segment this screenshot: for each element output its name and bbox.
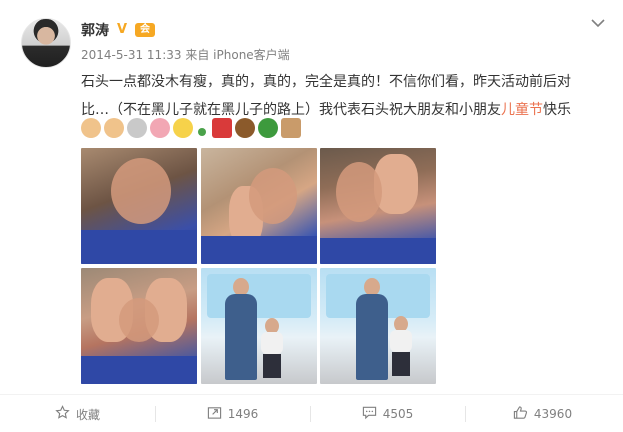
post-text: 石头一点都没木有瘦，真的，真的，完全是真的！不信你们看，昨天活动前后对 比…（不… xyxy=(81,68,611,124)
ice-cream-icon xyxy=(281,118,301,138)
post-text-segment: 比…（不在黑儿子就在黑儿子的路上）我代表石头祝大朋友和小朋友 xyxy=(81,102,501,118)
post-text-line-1: 石头一点都没木有瘦，真的，真的，完全是真的！不信你们看，昨天活动前后对 xyxy=(81,74,571,90)
photo-thumbnail-6[interactable] xyxy=(320,268,436,384)
photo-shirt xyxy=(320,238,436,264)
watermelon-icon xyxy=(258,118,278,138)
comment-icon xyxy=(362,405,377,423)
photo-kid-pants xyxy=(392,352,410,376)
favorite-button[interactable]: 收藏 xyxy=(0,400,155,428)
ok-hand-icon xyxy=(104,118,124,138)
photo-face xyxy=(249,168,297,224)
post-meta: 2014-5-31 11:33 来自 iPhone客户端 xyxy=(81,46,290,63)
verified-icon: V xyxy=(117,22,128,37)
photo-thumbnail-1[interactable] xyxy=(81,148,197,264)
photo-thumbnail-3[interactable] xyxy=(320,148,436,264)
like-button[interactable]: 43960 xyxy=(465,400,620,428)
chevron-down-icon[interactable] xyxy=(590,16,606,30)
baby-face-icon xyxy=(127,118,147,138)
username[interactable]: 郭涛 xyxy=(81,20,109,40)
photo-thumbnail-2[interactable] xyxy=(201,148,317,264)
like-count: 43960 xyxy=(533,407,573,421)
sun-face-icon xyxy=(173,118,193,138)
photo-man-suit xyxy=(225,294,257,380)
comment-button[interactable]: 4505 xyxy=(310,400,465,428)
pig-face-icon xyxy=(150,118,170,138)
avatar[interactable] xyxy=(21,18,71,68)
topic-link[interactable]: 儿童节 xyxy=(501,102,543,118)
red-envelope-icon xyxy=(212,118,232,138)
photo-face xyxy=(336,162,382,222)
photo-kid-shirt xyxy=(261,332,283,354)
thumbs-up-icon xyxy=(513,405,528,423)
photo-shirt xyxy=(81,230,197,264)
photo-shirt xyxy=(201,236,317,264)
repost-count: 1496 xyxy=(227,407,259,421)
post-timestamp[interactable]: 2014-5-31 11:33 xyxy=(81,48,182,62)
action-bar: 收藏 1496 4505 43960 xyxy=(0,400,623,428)
source-prefix: 来自 xyxy=(185,48,210,62)
favorite-label: 收藏 xyxy=(75,407,100,422)
photo-face xyxy=(119,298,159,342)
comment-count: 4505 xyxy=(382,407,414,421)
post-source[interactable]: iPhone客户端 xyxy=(213,48,290,62)
photo-thumbnail-4[interactable] xyxy=(81,268,197,384)
photo-thumbnail-5[interactable] xyxy=(201,268,317,384)
photo-kid-shirt xyxy=(390,330,412,352)
cake-icon xyxy=(235,118,255,138)
photo-banner xyxy=(207,274,311,318)
repost-button[interactable]: 1496 xyxy=(155,400,310,428)
star-icon xyxy=(55,405,70,423)
photo-shirt xyxy=(81,356,197,384)
post-text-segment-end: 快乐 xyxy=(543,102,571,118)
photo-face xyxy=(111,158,171,224)
clover-icon xyxy=(198,128,206,136)
repost-icon xyxy=(207,405,222,423)
action-bar-divider xyxy=(0,394,623,395)
emoji-row xyxy=(81,118,321,140)
photo-kid-pants xyxy=(263,354,281,378)
victory-hand-icon xyxy=(81,118,101,138)
photo-man-suit xyxy=(356,294,388,380)
vip-icon[interactable]: 会 xyxy=(135,23,155,37)
weibo-post-card: 郭涛 V 会 2014-5-31 11:33 来自 iPhone客户端 石头一点… xyxy=(0,0,623,432)
